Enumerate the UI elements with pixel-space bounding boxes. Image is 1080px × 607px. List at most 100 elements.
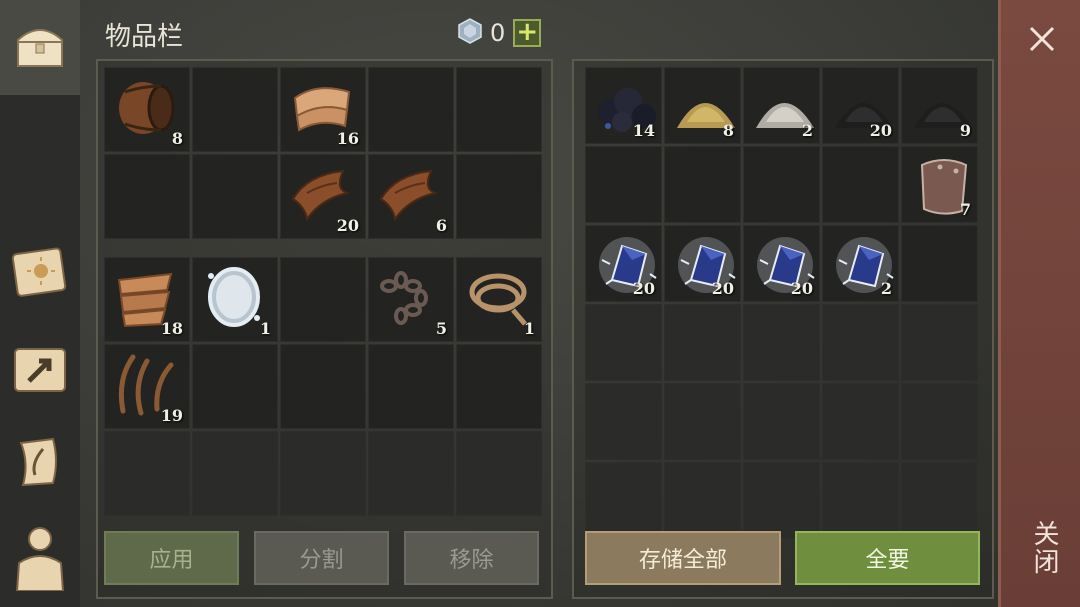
item-quantity: 18 [160, 319, 183, 338]
storage-slot[interactable] [743, 304, 820, 381]
take-all-button[interactable]: 全要 [795, 531, 980, 585]
inventory-slot[interactable] [280, 344, 366, 429]
storage-slot[interactable]: 7 [901, 146, 978, 223]
item-quantity: 20 [869, 121, 892, 140]
inventory-slot[interactable]: 19 [104, 344, 190, 429]
storage-slot[interactable]: 14 [585, 67, 662, 144]
apply-button[interactable]: 应用 [104, 531, 239, 585]
storage-slot[interactable] [664, 304, 741, 381]
inventory-slot[interactable] [280, 431, 366, 516]
storage-slot[interactable] [901, 462, 978, 539]
inventory-slot[interactable]: 16 [280, 67, 366, 152]
inventory-slot[interactable]: 18 [104, 257, 190, 342]
inventory-slot[interactable]: 1 [192, 257, 278, 342]
inventory-slot[interactable] [104, 431, 190, 516]
item-quantity: 1 [523, 319, 535, 338]
add-currency-button[interactable]: + [513, 19, 542, 47]
leather-icon [375, 159, 445, 229]
rope-icon [463, 262, 533, 332]
storage-slot[interactable]: 20 [822, 67, 899, 144]
storage-slot[interactable] [585, 304, 662, 381]
storage-slot[interactable] [822, 146, 899, 223]
storage-slot[interactable] [743, 146, 820, 223]
storage-slot[interactable]: 2 [822, 225, 899, 302]
inventory-grid-bottom: 18 1 5 1 19 [104, 257, 542, 516]
inventory-slot[interactable] [368, 67, 454, 152]
inventory-slot[interactable]: 1 [456, 257, 542, 342]
storage-slot[interactable] [743, 383, 820, 460]
inventory-slot[interactable]: 20 [280, 154, 366, 239]
item-quantity: 20 [790, 279, 813, 298]
item-quantity: 20 [632, 279, 655, 298]
inventory-slot[interactable]: 8 [104, 67, 190, 152]
gem-icon [456, 17, 484, 49]
sidebar [0, 0, 80, 607]
chain-icon [375, 262, 445, 332]
store-all-button[interactable]: 存储全部 [585, 531, 781, 585]
storage-slot[interactable] [585, 383, 662, 460]
close-icon[interactable] [1027, 24, 1057, 58]
inventory-slot[interactable] [456, 67, 542, 152]
inventory-slot[interactable] [456, 431, 542, 516]
storage-slot[interactable] [901, 383, 978, 460]
storage-slot[interactable] [585, 462, 662, 539]
item-quantity: 14 [632, 121, 655, 140]
page-title: 物品栏 [105, 22, 184, 52]
item-quantity: 7 [959, 200, 971, 219]
storage-slot[interactable] [664, 146, 741, 223]
item-quantity: 19 [160, 406, 183, 425]
storage-slot[interactable] [664, 383, 741, 460]
remove-button[interactable]: 移除 [404, 531, 539, 585]
item-quantity: 8 [722, 121, 734, 140]
storage-slot[interactable] [743, 462, 820, 539]
inventory-slot[interactable]: 5 [368, 257, 454, 342]
item-quantity: 2 [801, 121, 813, 140]
scroll-quill-icon[interactable] [8, 430, 72, 494]
sidebar-tab-inventory[interactable] [0, 0, 80, 95]
inventory-slot[interactable] [104, 154, 190, 239]
storage-slot[interactable] [822, 383, 899, 460]
inventory-slot[interactable] [368, 344, 454, 429]
storage-grid: 14 8 2 20 9 7 20 20 20 2 [585, 67, 978, 539]
item-quantity: 20 [711, 279, 734, 298]
inventory-slot[interactable]: 6 [368, 154, 454, 239]
close-panel[interactable]: 关闭 [998, 0, 1080, 607]
character-icon[interactable] [8, 524, 72, 591]
storage-slot[interactable]: 2 [743, 67, 820, 144]
item-quantity: 20 [336, 216, 359, 235]
storage-slot[interactable] [822, 304, 899, 381]
storage-slot[interactable]: 20 [585, 225, 662, 302]
inventory-slot[interactable] [192, 67, 278, 152]
item-quantity: 1 [259, 319, 271, 338]
inventory-slot[interactable] [368, 431, 454, 516]
barrel-icon [111, 72, 181, 142]
split-button[interactable]: 分割 [254, 531, 389, 585]
inventory-slot[interactable] [456, 344, 542, 429]
storage-slot[interactable] [585, 146, 662, 223]
sun-map-icon[interactable] [8, 240, 72, 304]
storage-slot[interactable] [822, 462, 899, 539]
inventory-slot[interactable] [456, 154, 542, 239]
item-quantity: 8 [171, 129, 183, 148]
storage-slot[interactable] [901, 304, 978, 381]
mirror-icon [199, 262, 269, 332]
item-quantity: 5 [435, 319, 447, 338]
arrow-map-icon[interactable] [8, 338, 72, 402]
storage-slot[interactable] [664, 462, 741, 539]
currency-count: 0 [490, 19, 506, 47]
storage-slot[interactable] [901, 225, 978, 302]
storage-slot[interactable]: 8 [664, 67, 741, 144]
inventory-slot[interactable] [192, 154, 278, 239]
inventory-slot[interactable] [280, 257, 366, 342]
storage-slot[interactable]: 20 [743, 225, 820, 302]
item-quantity: 16 [336, 129, 359, 148]
inventory-grid-top: 8 16 20 6 [104, 67, 542, 239]
item-quantity: 6 [435, 216, 447, 235]
inventory-slot[interactable] [192, 344, 278, 429]
storage-slot[interactable]: 9 [901, 67, 978, 144]
item-quantity: 2 [880, 279, 892, 298]
item-quantity: 9 [959, 121, 971, 140]
currency-display: 0 + [456, 17, 542, 49]
storage-slot[interactable]: 20 [664, 225, 741, 302]
inventory-slot[interactable] [192, 431, 278, 516]
